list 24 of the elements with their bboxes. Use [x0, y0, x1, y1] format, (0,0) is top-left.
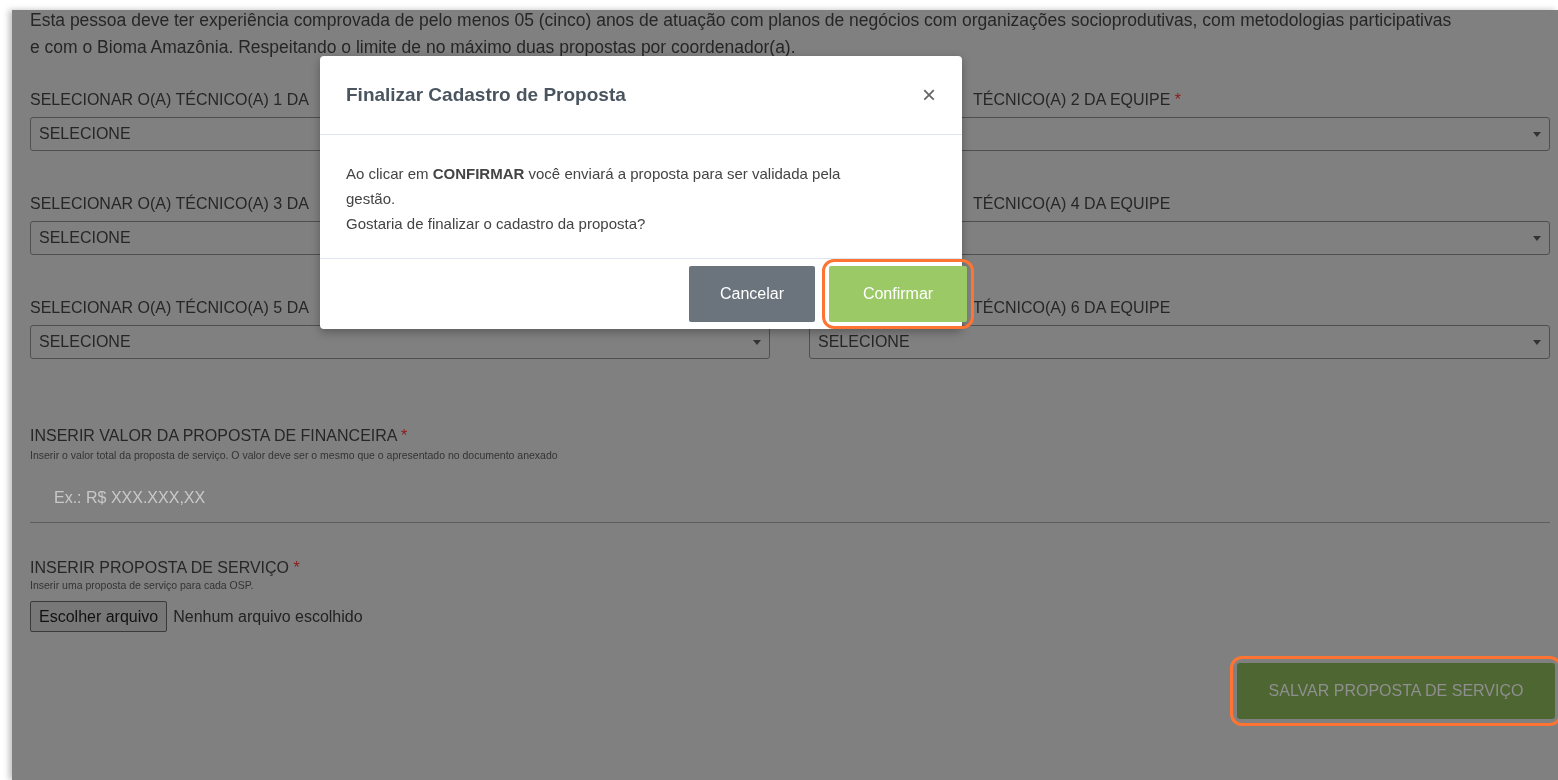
field-label: TÉCNICO(A) 4 DA EQUIPE — [973, 193, 1171, 214]
field-label: INSERIR PROPOSTA DE SERVIÇO * — [30, 558, 300, 578]
field-label: TÉCNICO(A) 6 DA EQUIPE — [973, 297, 1171, 318]
choose-file-button[interactable]: Escolher arquivo — [30, 601, 168, 632]
field-label: SELECIONAR O(A) TÉCNICO(A) 3 DA — [30, 193, 309, 214]
modal-text: Gostaria de finalizar o cadastro da proposta? — [346, 214, 647, 234]
close-button[interactable]: × — [922, 83, 936, 107]
caret-icon — [1533, 235, 1541, 241]
caret-icon — [1533, 131, 1541, 137]
cancel-button[interactable]: Cancelar — [689, 266, 815, 322]
modal-title: Finalizar Cadastro de Proposta — [346, 84, 626, 106]
intro-text: Esta pessoa deve ter experiência comprovada de pelo menos 05 (cinco) anos de atuação com planos de negócios com organizações socioprodutivas, com metodologias participativas e com o Bioma Amazônia. Respeitando o limite de no máximo duas propostas por coordenador(a). — [30, 10, 1453, 59]
field-hint: Inserir uma proposta de serviço para cada OSP. — [30, 579, 254, 591]
field-hint: Inserir o valor total da proposta de serviço. O valor deve ser o mesmo que o apresentado no documento anexado — [30, 449, 558, 461]
modal-text: Ao clicar em CONFIRMAR você enviará a proposta para ser validada pela gestão. — [346, 164, 842, 209]
caret-icon — [753, 339, 761, 345]
field-label: SELECIONAR O(A) TÉCNICO(A) 1 DA — [30, 89, 309, 110]
caret-icon — [1533, 339, 1541, 345]
field-label: INSERIR VALOR DA PROPOSTA DE FINANCEIRA * — [30, 426, 408, 446]
save-button[interactable]: SALVAR PROPOSTA DE SERVIÇO — [1237, 663, 1555, 719]
value-input[interactable]: Ex.: R$ XXX.XXX,XX — [30, 483, 1550, 523]
field-label: TÉCNICO(A) 2 DA EQUIPE * — [973, 89, 1182, 110]
field-label: SELECIONAR O(A) TÉCNICO(A) 5 DA — [30, 297, 309, 318]
file-status: Nenhum arquivo escolhido — [173, 607, 363, 626]
